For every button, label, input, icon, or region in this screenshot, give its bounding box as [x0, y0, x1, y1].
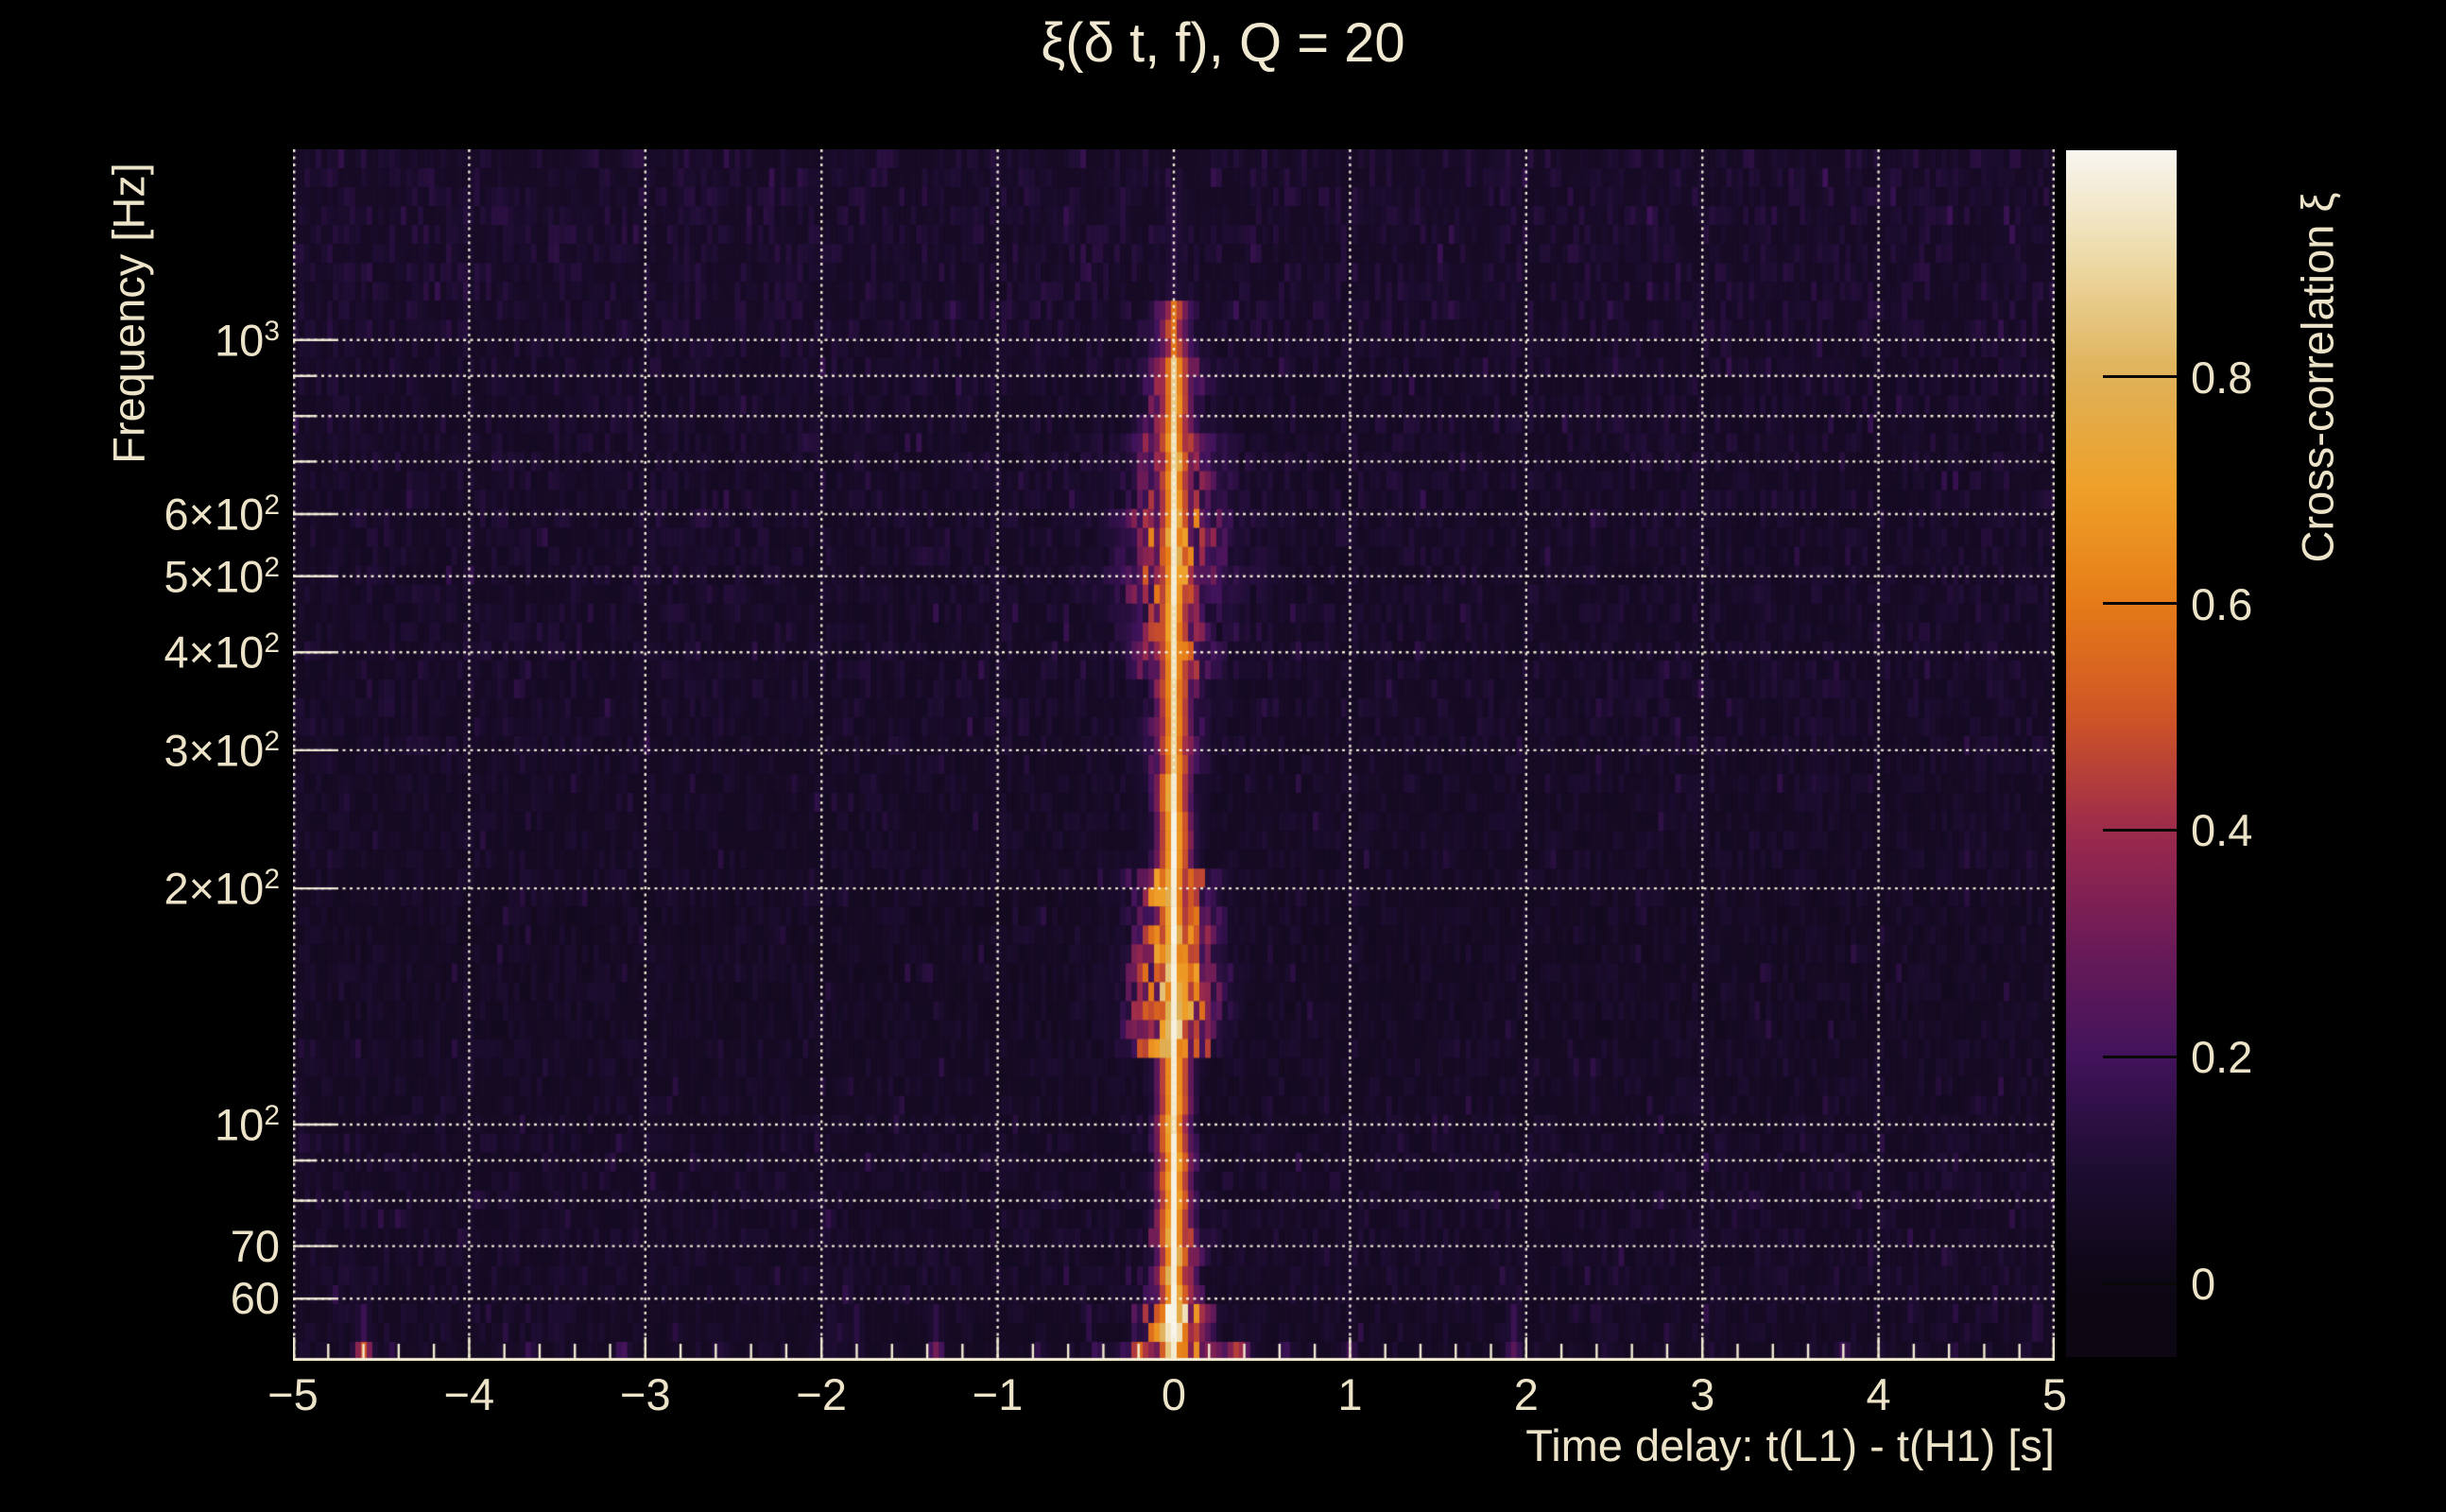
- y-tick-exponent: 2: [264, 725, 280, 757]
- cross-correlation-heatmap: [293, 149, 2055, 1361]
- x-tick-label: 2: [1513, 1369, 1539, 1419]
- colorbar-tick-label: 0.6: [2191, 578, 2253, 629]
- x-tick-label: 1: [1337, 1369, 1363, 1419]
- x-tick-label: −5: [267, 1369, 319, 1419]
- heatmap-plot-area: [293, 149, 2055, 1361]
- x-tick-label: −1: [972, 1369, 1024, 1419]
- x-tick-label: 0: [1161, 1369, 1187, 1419]
- y-tick-label: 5×102: [0, 551, 280, 602]
- figure: ξ(δ t, f), Q = 20 Frequency [Hz] Time de…: [0, 0, 2446, 1512]
- x-tick-label: −2: [796, 1369, 847, 1419]
- x-tick-label: 5: [2041, 1369, 2068, 1419]
- x-tick-label: −4: [443, 1369, 495, 1419]
- colorbar-tick-label: 0.4: [2191, 805, 2253, 856]
- y-tick-main: 3×10: [164, 725, 265, 776]
- colorbar-tick-label: 0: [2191, 1259, 2216, 1310]
- colorbar-label: Cross-correlation ξ: [2292, 192, 2343, 563]
- y-tick-exponent: 2: [264, 1100, 280, 1132]
- colorbar-tick-mark: [2103, 1055, 2177, 1058]
- y-tick-label: 4×102: [0, 629, 280, 675]
- x-tick-label: 4: [1866, 1369, 1891, 1419]
- y-tick-exponent: 3: [264, 315, 280, 347]
- y-tick-label: 102: [0, 1102, 280, 1147]
- y-tick-exponent: 2: [264, 627, 280, 660]
- y-tick-label: 6×102: [0, 489, 280, 540]
- y-tick-main: 4×10: [164, 627, 265, 678]
- y-tick-exponent: 2: [264, 551, 280, 583]
- colorbar-tick-mark: [2103, 1281, 2177, 1285]
- colorbar-tick-label: 0.2: [2191, 1032, 2253, 1083]
- y-tick-label: 60: [0, 1276, 280, 1320]
- y-tick-main: 6×10: [164, 489, 265, 540]
- colorbar-tick-label: 0.8: [2191, 352, 2253, 403]
- x-tick-label: 3: [1690, 1369, 1715, 1419]
- y-tick-exponent: 2: [264, 489, 280, 521]
- y-tick-main: 60: [230, 1273, 280, 1324]
- y-tick-label: 3×102: [0, 725, 280, 776]
- y-tick-label: 70: [0, 1224, 280, 1268]
- y-tick-label: 2×102: [0, 866, 280, 911]
- x-tick-label: −3: [620, 1369, 671, 1419]
- colorbar: [2066, 150, 2177, 1357]
- colorbar-tick-mark: [2103, 828, 2177, 832]
- y-tick-exponent: 2: [264, 864, 280, 896]
- y-axis-label: Frequency [Hz]: [103, 163, 154, 464]
- y-tick-label: 103: [0, 315, 280, 366]
- y-tick-main: 5×10: [164, 551, 265, 602]
- x-axis-label: Time delay: t(L1) - t(H1) [s]: [1525, 1420, 2055, 1470]
- colorbar-tick-mark: [2103, 602, 2177, 606]
- y-tick-main: 2×10: [164, 863, 265, 914]
- chart-title: ξ(δ t, f), Q = 20: [1041, 12, 1405, 74]
- y-tick-main: 10: [215, 1099, 265, 1150]
- y-tick-main: 10: [215, 315, 265, 366]
- y-tick-main: 70: [230, 1220, 280, 1271]
- colorbar-tick-mark: [2103, 375, 2177, 379]
